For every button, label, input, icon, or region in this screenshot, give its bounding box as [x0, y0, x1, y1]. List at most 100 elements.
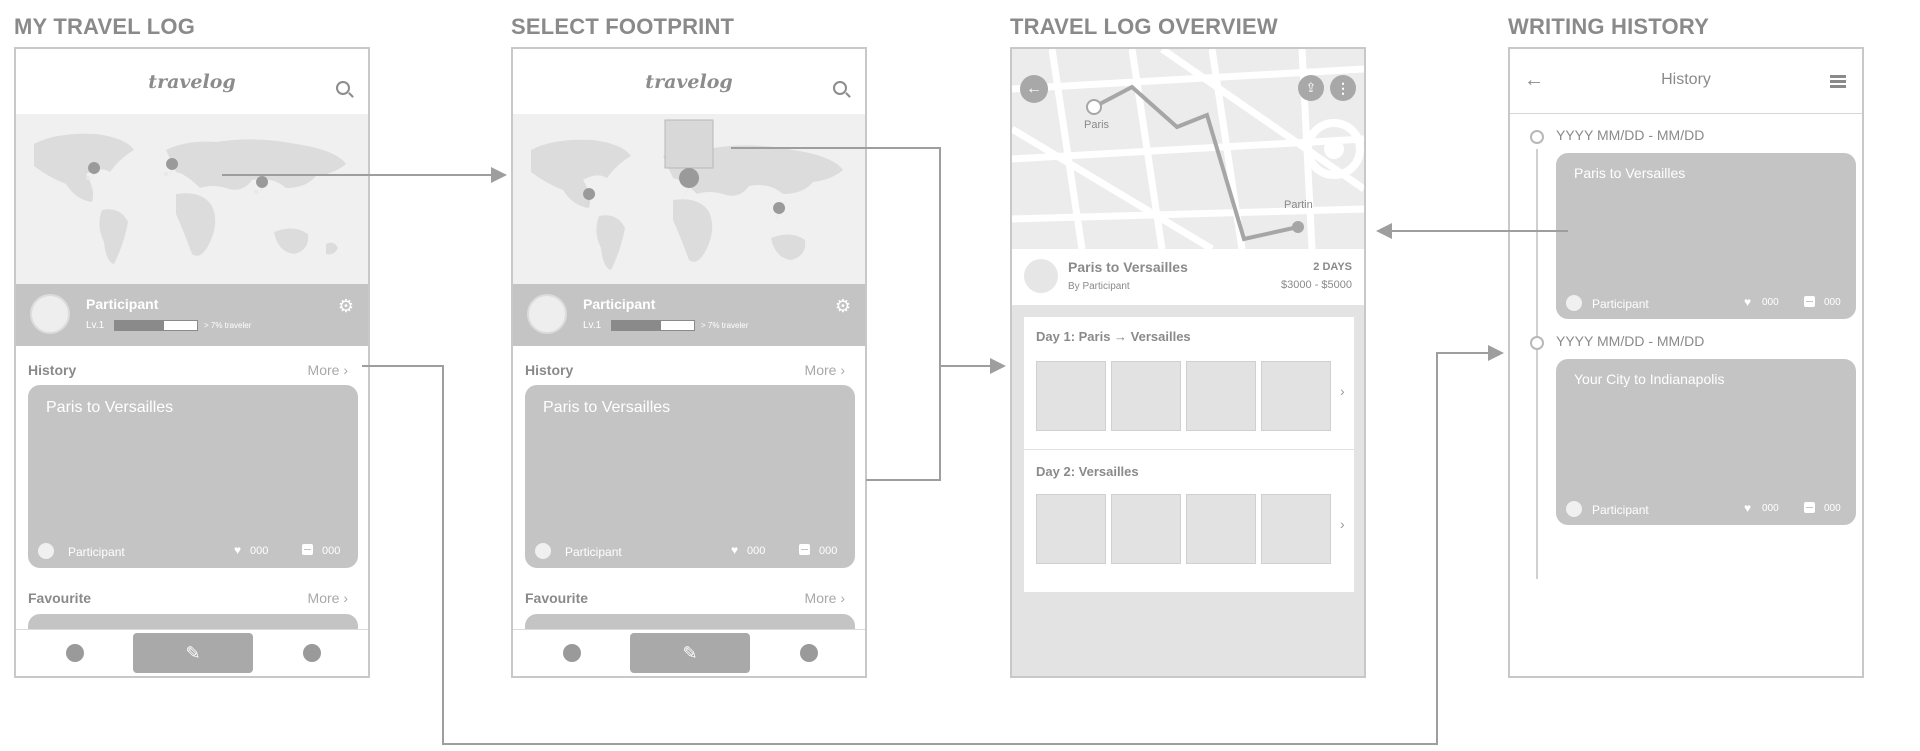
avatar — [1566, 295, 1582, 311]
route-map[interactable]: Paris Partin ← ⇪ ⋮ — [1012, 49, 1364, 249]
world-map-icon — [34, 133, 346, 264]
screen-title-my-travel-log: MY TRAVEL LOG — [14, 14, 196, 39]
entry-title: Your City to Indianapolis — [1574, 371, 1725, 387]
profile-strip: Participant Lv.1 > 7% traveler ⚙ — [513, 284, 865, 346]
comment-icon[interactable] — [302, 544, 313, 555]
search-icon[interactable] — [336, 81, 350, 95]
app-logo: travelog — [148, 71, 236, 93]
chevron-right-icon: › — [840, 590, 845, 606]
photo-thumbnail[interactable] — [1036, 361, 1106, 431]
timeline-dot — [1530, 336, 1544, 350]
level-label: Lv.1 — [583, 320, 602, 331]
history-more-link[interactable]: More › — [308, 362, 348, 378]
history-more-link[interactable]: More › — [805, 362, 845, 378]
timeline-line — [1536, 149, 1538, 579]
pencil-icon[interactable]: ✎ — [133, 633, 253, 673]
participant-name: Participant — [86, 296, 159, 312]
history-section-label: History — [525, 362, 574, 378]
back-arrow-icon[interactable]: ← — [1020, 75, 1048, 103]
screen-title-writing-history: WRITING HISTORY — [1508, 14, 1709, 39]
photo-thumbnail[interactable] — [1111, 494, 1181, 564]
profile-strip: Participant Lv.1 > 7% traveler ⚙ — [16, 284, 368, 346]
history-entry-card[interactable]: Paris to Versailles Participant ♥ 000 00… — [1556, 153, 1856, 319]
comments-count: 000 — [322, 545, 341, 557]
world-map-icon — [531, 119, 843, 270]
user-icon[interactable] — [800, 644, 818, 662]
chevron-right-icon: › — [343, 590, 348, 606]
list-icon[interactable] — [1830, 75, 1846, 89]
history-card[interactable]: Paris to Versailles Participant ♥ 000 00… — [525, 385, 855, 568]
comments-count: 000 — [1824, 297, 1841, 308]
photo-thumbnail[interactable] — [1261, 494, 1331, 564]
user-icon[interactable] — [303, 644, 321, 662]
day-1-label: Day 1: Paris → Versailles — [1036, 329, 1191, 344]
phone-writing-history: ← History YYYY MM/DD - MM/DD Paris to Ve… — [1508, 47, 1864, 678]
comment-icon[interactable] — [1804, 296, 1815, 307]
favourite-more-link[interactable]: More › — [805, 590, 845, 606]
level-progress-fill — [115, 321, 165, 330]
trip-budget: $3000 - $5000 — [1281, 279, 1352, 291]
photo-thumbnail[interactable] — [1261, 361, 1331, 431]
history-card-title: Paris to Versailles — [543, 399, 671, 416]
card-author: Participant — [565, 545, 622, 559]
photo-thumbnail[interactable] — [1111, 361, 1181, 431]
avatar[interactable] — [30, 294, 70, 334]
phone-travel-log-overview: Paris Partin ← ⇪ ⋮ Paris to Versailles B… — [1010, 47, 1366, 678]
history-card[interactable]: Paris to Versailles Participant ♥ 000 00… — [28, 385, 358, 568]
avatar[interactable] — [1024, 259, 1058, 293]
history-entry-card[interactable]: Your City to Indianapolis Participant ♥ … — [1556, 359, 1856, 525]
photo-thumbnail[interactable] — [1036, 494, 1106, 564]
heart-icon[interactable]: ♥ — [1744, 501, 1751, 515]
level-progress-bar — [114, 320, 198, 331]
day-1-section[interactable]: Day 1: Paris → Versailles › — [1024, 317, 1354, 450]
footprint-thumbnail — [664, 119, 714, 169]
likes-count: 000 — [747, 545, 766, 557]
bottom-tab-bar: ✎ — [513, 629, 865, 676]
avatar[interactable] — [527, 294, 567, 334]
level-note: > 7% traveler — [204, 321, 252, 330]
world-map[interactable] — [513, 114, 865, 284]
chevron-right-icon[interactable]: › — [1340, 383, 1345, 399]
app-header: travelog — [16, 49, 368, 115]
level-progress-fill — [612, 321, 662, 330]
map-pin-icon — [256, 176, 269, 198]
phone-select-footprint: travelog Participant Lv.1 > 7% traveler — [511, 47, 867, 678]
favourite-section-label: Favourite — [525, 590, 589, 606]
entry-author: Participant — [1592, 297, 1649, 311]
search-icon[interactable] — [833, 81, 847, 95]
globe-icon[interactable] — [66, 644, 84, 662]
history-card-title: Paris to Versailles — [46, 399, 174, 416]
comment-icon[interactable] — [799, 544, 810, 555]
share-icon[interactable]: ⇪ — [1298, 75, 1324, 101]
card-author: Participant — [68, 545, 125, 559]
pencil-icon[interactable]: ✎ — [630, 633, 750, 673]
avatar — [535, 543, 551, 559]
globe-icon[interactable] — [563, 644, 581, 662]
app-logo: travelog — [645, 71, 733, 93]
trip-title: Paris to Versailles — [1068, 259, 1188, 275]
heart-icon[interactable]: ♥ — [731, 543, 738, 557]
favourite-more-link[interactable]: More › — [308, 590, 348, 606]
day-2-section[interactable]: Day 2: Versailles › — [1024, 450, 1354, 592]
trip-duration: 2 DAYS — [1313, 261, 1352, 273]
map-pin-icon — [773, 202, 786, 224]
comments-count: 000 — [819, 545, 838, 557]
photo-thumbnail[interactable] — [1186, 494, 1256, 564]
likes-count: 000 — [1762, 297, 1779, 308]
more-vertical-icon[interactable]: ⋮ — [1330, 75, 1356, 101]
photo-thumbnail[interactable] — [1186, 361, 1256, 431]
chevron-right-icon: › — [840, 362, 845, 378]
heart-icon[interactable]: ♥ — [234, 543, 241, 557]
avatar — [38, 543, 54, 559]
heart-icon[interactable]: ♥ — [1744, 295, 1751, 309]
gear-icon[interactable]: ⚙ — [835, 296, 851, 317]
map-pin-icon — [88, 162, 101, 184]
comment-icon[interactable] — [1804, 502, 1815, 513]
world-map[interactable] — [16, 114, 368, 284]
chevron-right-icon[interactable]: › — [1340, 516, 1345, 532]
history-header-title: History — [1661, 71, 1711, 88]
phone-my-travel-log: travelog Participant Lv.1 > 7% traveler … — [14, 47, 370, 678]
app-header: travelog — [513, 49, 865, 115]
level-note: > 7% traveler — [701, 321, 749, 330]
gear-icon[interactable]: ⚙ — [338, 296, 354, 317]
